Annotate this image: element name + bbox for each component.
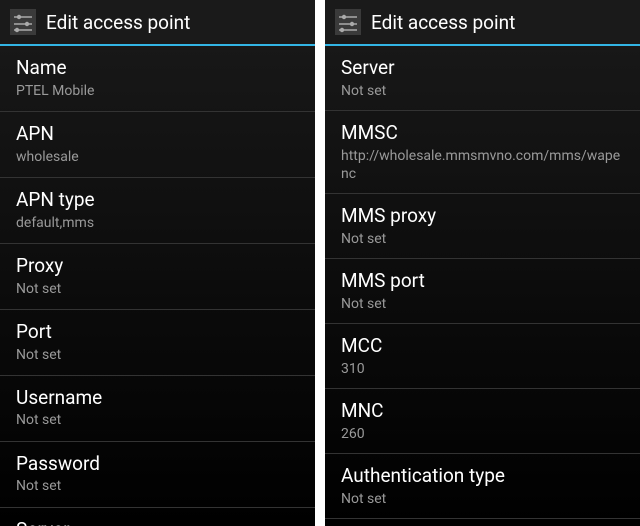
item-label: MMS proxy: [341, 204, 624, 228]
apn-item-port[interactable]: Port Not set: [0, 310, 315, 376]
item-value: http://wholesale.mmsmvno.com/mms/wapenc: [341, 147, 624, 183]
apn-item-mms-proxy[interactable]: MMS proxy Not set: [325, 194, 640, 259]
apn-item-password[interactable]: Password Not set: [0, 442, 315, 508]
item-label: APN: [16, 122, 299, 146]
item-label: Server: [16, 518, 299, 526]
apn-item-apn[interactable]: APN wholesale: [0, 112, 315, 178]
apn-item-auth-type[interactable]: Authentication type Not set: [325, 454, 640, 519]
item-label: Username: [16, 386, 299, 410]
item-label: Authentication type: [341, 464, 624, 488]
item-value: PTEL Mobile: [16, 82, 299, 100]
apn-item-proxy[interactable]: Proxy Not set: [0, 244, 315, 310]
apn-item-mnc[interactable]: MNC 260: [325, 389, 640, 454]
apn-item-mmsc[interactable]: MMSC http://wholesale.mmsmvno.com/mms/wa…: [325, 111, 640, 194]
item-label: MCC: [341, 334, 624, 358]
item-value: Not set: [16, 280, 299, 298]
item-value: 310: [341, 360, 624, 378]
item-value: Not set: [341, 295, 624, 313]
item-value: Not set: [16, 346, 299, 364]
item-value: 260: [341, 425, 624, 443]
apn-item-server[interactable]: Server: [0, 508, 315, 526]
item-label: Port: [16, 320, 299, 344]
apn-item-apn-type[interactable]: APN type default,mms: [0, 178, 315, 244]
item-value: Not set: [341, 82, 624, 100]
item-value: Not set: [341, 490, 624, 508]
item-label: MMSC: [341, 121, 624, 145]
settings-list-left[interactable]: Name PTEL Mobile APN wholesale APN type …: [0, 46, 315, 526]
item-label: Server: [341, 56, 624, 80]
page-title: Edit access point: [371, 11, 515, 34]
screenshot-left: Edit access point Name PTEL Mobile APN w…: [0, 0, 315, 526]
apn-item-username[interactable]: Username Not set: [0, 376, 315, 442]
settings-sliders-icon: [8, 7, 38, 37]
item-label: Proxy: [16, 254, 299, 278]
screenshot-right: Edit access point Server Not set MMSC ht…: [325, 0, 640, 526]
item-label: MNC: [341, 399, 624, 423]
apn-item-mcc[interactable]: MCC 310: [325, 324, 640, 389]
item-value: wholesale: [16, 148, 299, 166]
item-label: MMS port: [341, 269, 624, 293]
item-value: default,mms: [16, 214, 299, 232]
apn-item-name[interactable]: Name PTEL Mobile: [0, 46, 315, 112]
action-bar: Edit access point: [325, 0, 640, 46]
action-bar: Edit access point: [0, 0, 315, 46]
item-value: Not set: [16, 477, 299, 495]
settings-sliders-icon: [333, 7, 363, 37]
apn-item-server[interactable]: Server Not set: [325, 46, 640, 111]
item-label: APN type: [16, 188, 299, 212]
item-label: Name: [16, 56, 299, 80]
apn-item-apn-protocol[interactable]: APN protocol: [325, 519, 640, 526]
apn-item-mms-port[interactable]: MMS port Not set: [325, 259, 640, 324]
item-label: Password: [16, 452, 299, 476]
page-title: Edit access point: [46, 11, 190, 34]
item-value: Not set: [16, 411, 299, 429]
settings-list-right[interactable]: Server Not set MMSC http://wholesale.mms…: [325, 46, 640, 526]
item-value: Not set: [341, 230, 624, 248]
